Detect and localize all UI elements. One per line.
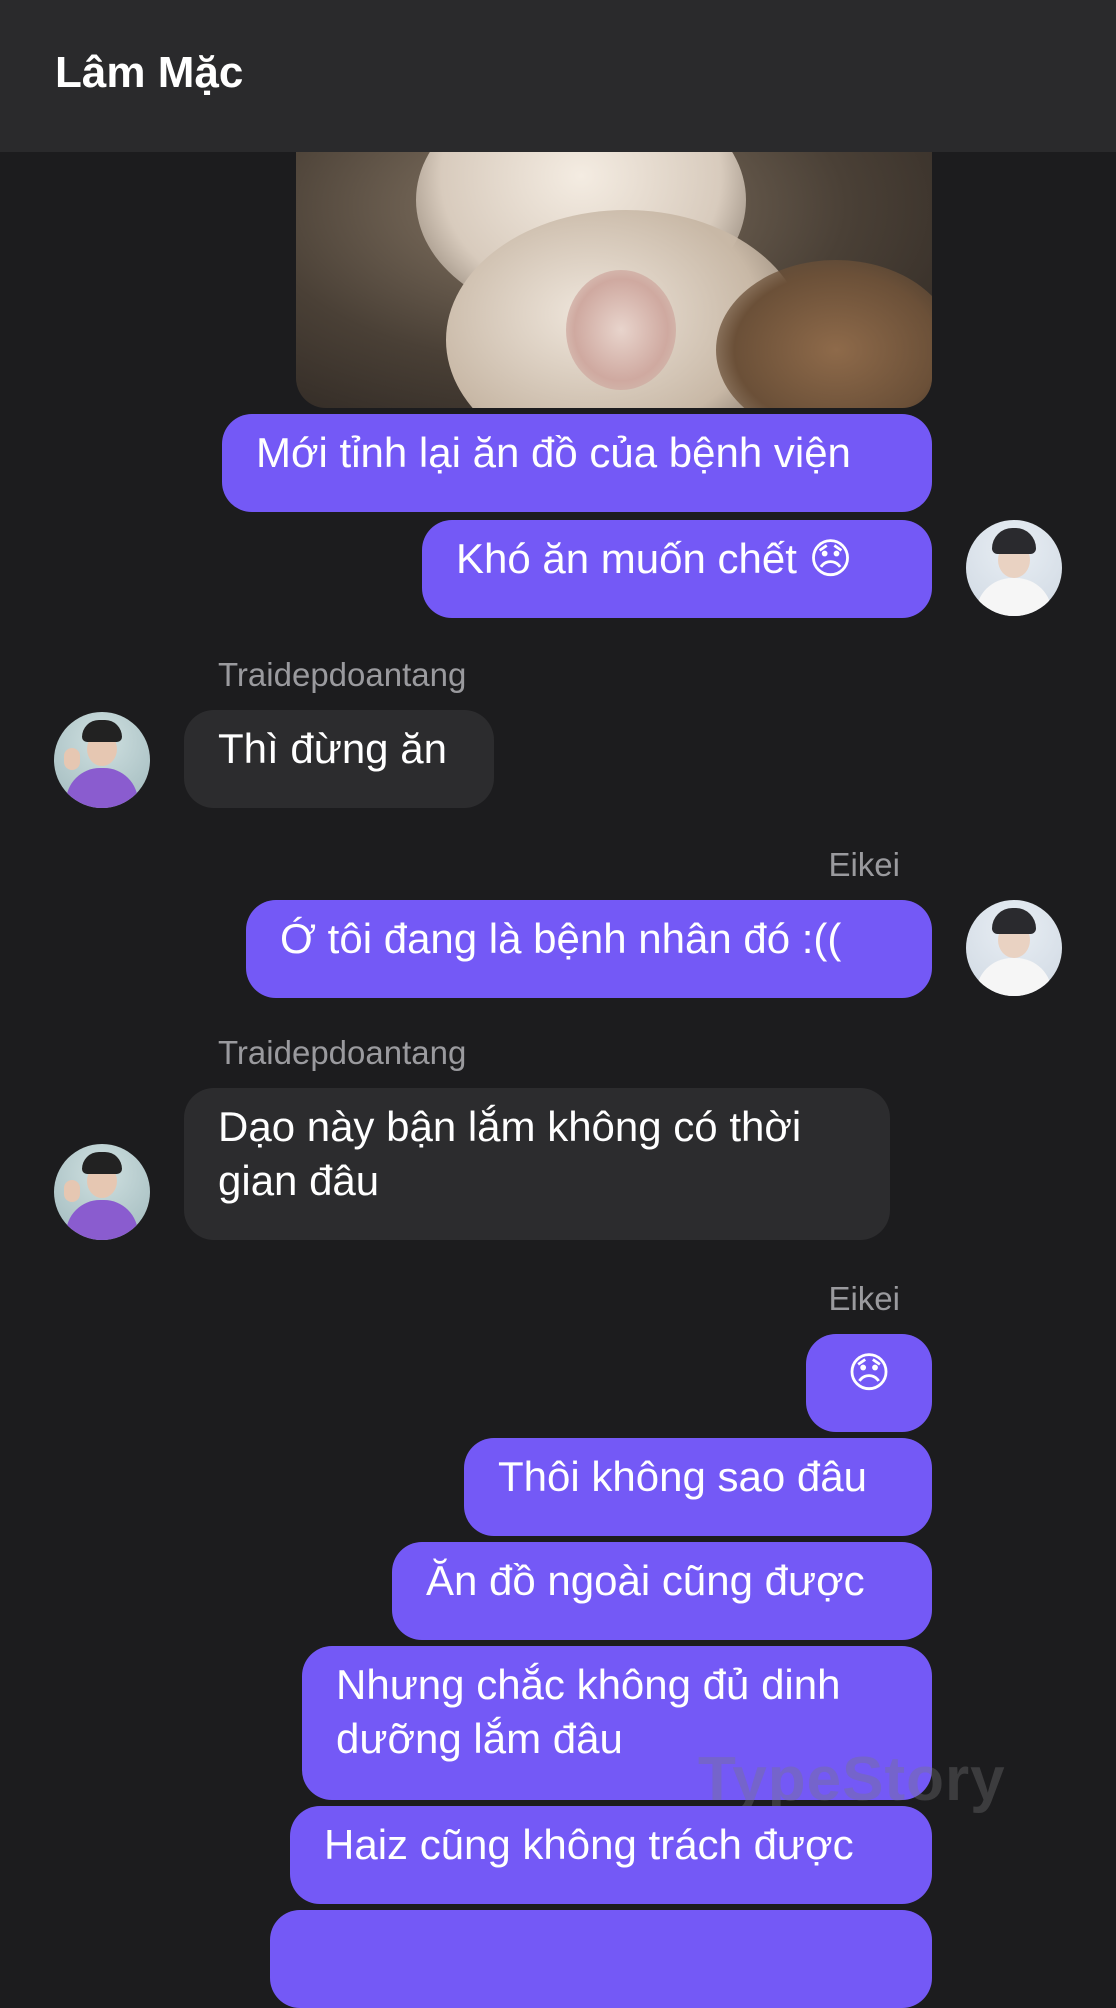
outgoing-message[interactable]: Ăn đồ ngoài cũng được [392,1542,932,1640]
avatar-detail [992,908,1036,934]
shared-photo[interactable] [296,120,932,408]
avatar-detail [976,578,1052,616]
avatar-detail [64,1180,80,1202]
avatar-detail [82,720,122,742]
avatar-detail [976,958,1052,996]
message-text: Haiz cũng không trách được [324,1821,854,1868]
avatar-traidepdoantang[interactable] [54,712,150,808]
watermark: TypeStory [698,1745,1006,1814]
sender-name: Traidepdoantang [218,1034,467,1071]
message-text-line: Dạo này bận lắm không có thời [218,1103,802,1150]
avatar-eikei[interactable] [966,520,1062,616]
avatar-traidepdoantang[interactable] [54,1144,150,1240]
chat-title[interactable]: Lâm Mặc [55,48,243,98]
message-text: Ớ tôi đang là bệnh nhân đó :(( [280,915,842,962]
sender-name: Eikei [828,1280,900,1317]
avatar-detail [992,528,1036,554]
chat-header: Lâm Mặc [0,0,1116,152]
message-text-line: gian đâu [218,1157,380,1204]
outgoing-message[interactable]: Ớ tôi đang là bệnh nhân đó :(( [246,900,932,998]
message-text: Thì đừng ăn [218,725,447,772]
outgoing-message[interactable]: Haiz cũng không trách được [290,1806,932,1904]
outgoing-message[interactable]: Khó ăn muốn chết 😞 [422,520,932,618]
message-text: Ăn đồ ngoài cũng được [426,1557,865,1604]
message-text: Mới tỉnh lại ăn đồ của bệnh viện [256,429,851,476]
outgoing-message[interactable]: Mới tỉnh lại ăn đồ của bệnh viện [222,414,932,512]
message-text: Thôi không sao đâu [498,1453,867,1500]
message-text: Khó ăn muốn chết 😞 [456,535,853,582]
avatar-detail [82,1152,122,1174]
sender-name: Eikei [828,846,900,883]
incoming-message[interactable]: Dạo này bận lắm không có thời gian đâu [184,1088,890,1240]
outgoing-message[interactable]: Thôi không sao đâu [464,1438,932,1536]
incoming-message[interactable]: Thì đừng ăn [184,710,494,808]
avatar-eikei[interactable] [966,900,1062,996]
photo-detail [566,270,676,390]
sender-name: Traidepdoantang [218,656,467,693]
message-text-line: Nhưng chắc không đủ dinh [336,1661,841,1708]
avatar-detail [64,748,80,770]
avatar-detail [66,1200,138,1240]
outgoing-message-partial[interactable] [270,1910,932,2008]
message-text: 😞 [847,1349,891,1396]
avatar-detail [66,768,138,808]
outgoing-message[interactable]: 😞 [806,1334,932,1432]
